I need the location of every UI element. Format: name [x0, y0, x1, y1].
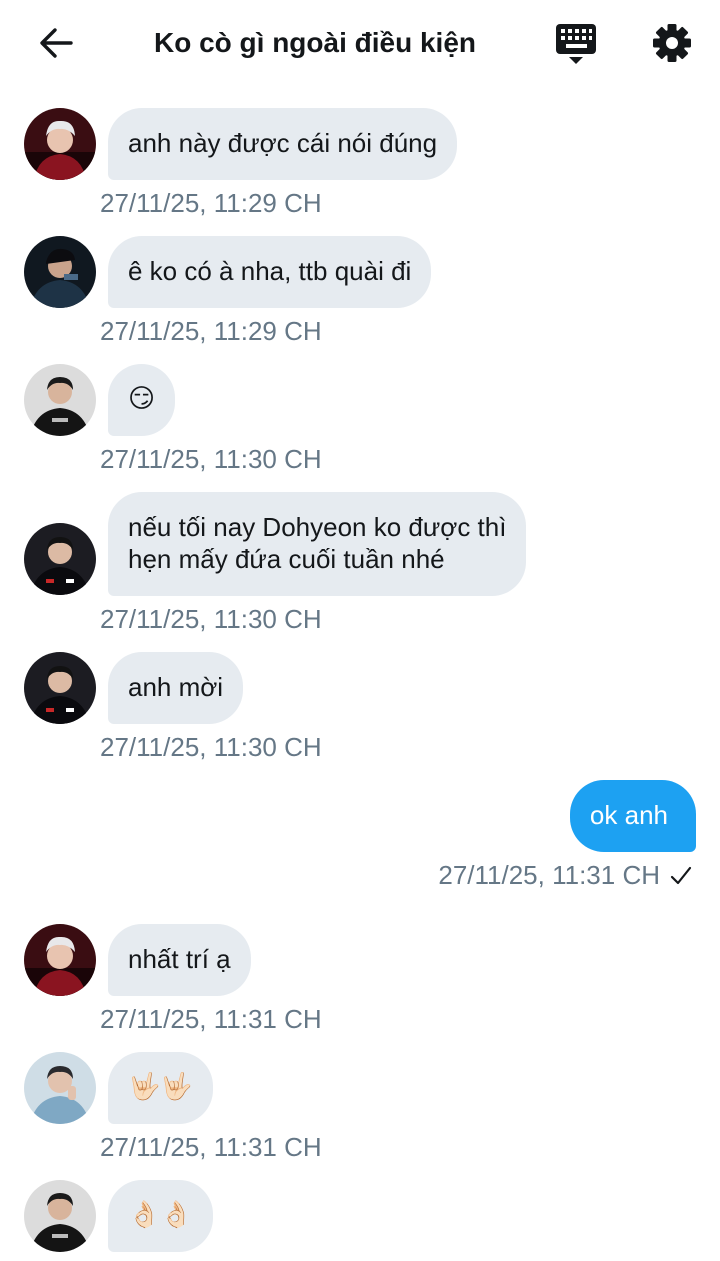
message-bubble[interactable]: 🤟🏻🤟🏻: [108, 1052, 213, 1124]
message-bubble[interactable]: 👌🏻👌🏻: [108, 1180, 213, 1252]
message-timestamp: 27/11/25, 11:29 CH: [100, 188, 322, 218]
avatar[interactable]: [24, 364, 96, 436]
avatar[interactable]: [24, 523, 96, 595]
outgoing-message-bubble[interactable]: ok anh: [569, 780, 696, 852]
back-button[interactable]: [32, 22, 80, 64]
message-bubble[interactable]: nếu tối nay Dohyeon ko được thì hẹn mấy …: [108, 492, 527, 596]
settings-button[interactable]: [646, 18, 698, 68]
message-timestamp: 27/11/25, 11:30 CH: [100, 732, 322, 762]
message-timestamp: 27/11/25, 11:30 CH: [100, 604, 322, 634]
avatar[interactable]: [24, 1180, 96, 1252]
message-bubble[interactable]: 😏: [108, 364, 176, 436]
message-line: hẹn mấy đứa cuối tuần nhé: [128, 544, 445, 574]
message-timestamp: 27/11/25, 11:29 CH: [100, 316, 322, 346]
avatar[interactable]: [24, 924, 96, 996]
avatar[interactable]: [24, 108, 96, 180]
avatar[interactable]: [24, 652, 96, 724]
avatar[interactable]: [24, 1052, 96, 1124]
chat-header: Ko cò gì ngoài điều kiện: [0, 0, 720, 86]
arrow-left-icon: [40, 28, 73, 58]
avatar[interactable]: [24, 236, 96, 308]
message-timestamp: 27/11/25, 11:31 CH: [438, 860, 660, 890]
message-line: nếu tối nay Dohyeon ko được thì: [128, 512, 507, 542]
message-bubble[interactable]: nhất trí ạ: [108, 924, 251, 996]
conversation-title[interactable]: Ko cò gì ngoài điều kiện: [100, 22, 530, 64]
message-bubble[interactable]: ê ko có à nha, ttb quài đi: [108, 236, 432, 308]
check-icon: [670, 866, 692, 885]
gear-icon: [653, 24, 691, 62]
message-bubble[interactable]: anh này được cái nói đúng: [108, 108, 458, 180]
keyboard-shortcuts-button[interactable]: [548, 18, 604, 68]
message-timestamp: 27/11/25, 11:31 CH: [100, 1004, 322, 1034]
message-timestamp: 27/11/25, 11:31 CH: [100, 1132, 322, 1162]
keyboard-icon: [556, 24, 596, 64]
message-timestamp: 27/11/25, 11:30 CH: [100, 444, 322, 474]
message-bubble[interactable]: anh mời: [108, 652, 244, 724]
